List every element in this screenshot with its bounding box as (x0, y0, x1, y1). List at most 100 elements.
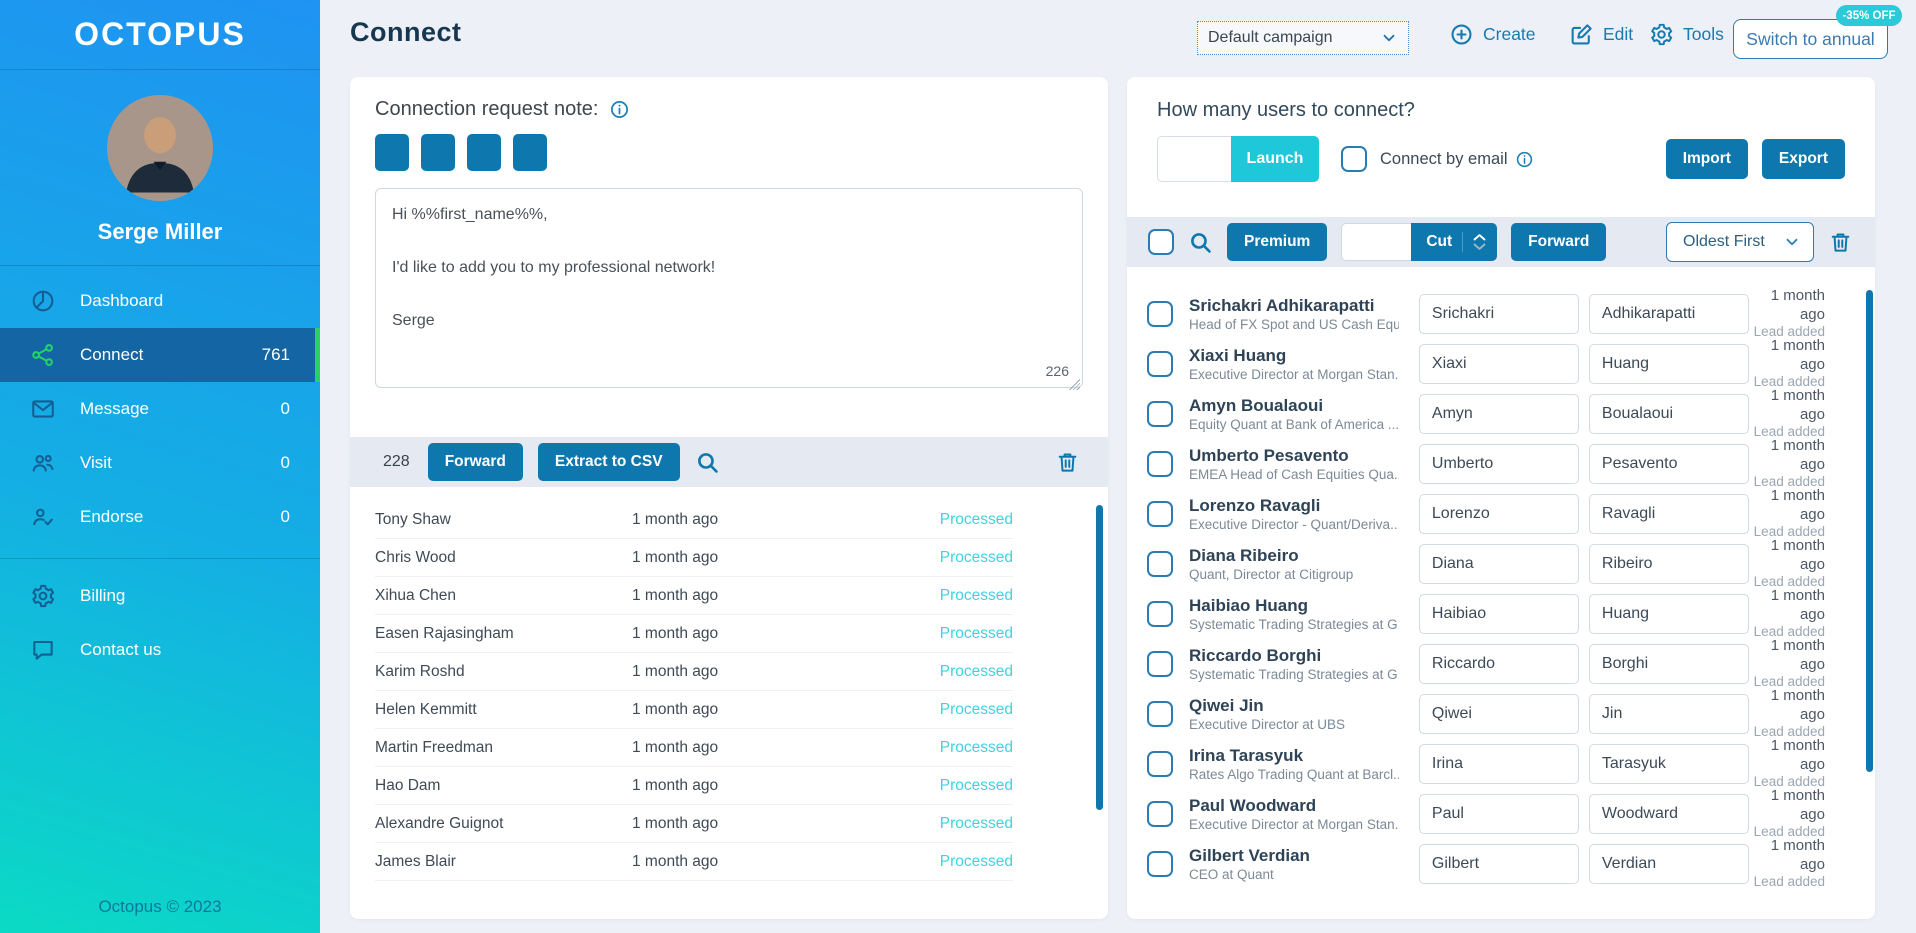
lead-name: Haibiao Huang (1189, 595, 1309, 615)
list-item: Srichakri Adhikarapatti Head of FX Spot … (1127, 287, 1875, 339)
trash-icon[interactable] (1055, 450, 1080, 475)
lead-subtitle: Systematic Trading Strategies at G... (1189, 667, 1399, 683)
trash-icon[interactable] (1828, 230, 1853, 255)
first-name-input[interactable] (1418, 594, 1579, 634)
first-name-input[interactable] (1418, 794, 1579, 834)
export-button[interactable]: Export (1761, 139, 1845, 179)
first-name-input[interactable] (1418, 344, 1579, 384)
first-name-input[interactable] (1418, 394, 1579, 434)
scrollbar[interactable] (1866, 290, 1873, 772)
cut-count-input[interactable] (1341, 223, 1412, 261)
scrollbar[interactable] (1096, 505, 1103, 810)
table-row[interactable]: James Blair 1 month ago Processed (375, 843, 1013, 881)
create-button[interactable]: Create (1449, 22, 1536, 47)
last-name-input[interactable] (1588, 644, 1749, 684)
lead-checkbox[interactable] (1147, 401, 1173, 427)
merge-tag-button[interactable] (421, 134, 455, 171)
lead-checkbox[interactable] (1147, 751, 1173, 777)
table-row[interactable]: Tony Shaw 1 month ago Processed (375, 501, 1013, 539)
cut-button[interactable]: Cut (1411, 223, 1498, 261)
lead-checkbox[interactable] (1147, 551, 1173, 577)
first-name-input[interactable] (1418, 544, 1579, 584)
users-count-input[interactable] (1157, 136, 1231, 182)
table-row[interactable]: Chris Wood 1 month ago Processed (375, 539, 1013, 577)
sidebar-item[interactable]: Connect 761 (0, 328, 320, 382)
lead-checkbox[interactable] (1147, 501, 1173, 527)
time-ago: 1 month ago (1770, 836, 1825, 873)
lead-subtitle: Executive Director at UBS (1189, 717, 1346, 733)
resize-handle[interactable] (1069, 379, 1080, 390)
edit-button[interactable]: Edit (1569, 22, 1633, 47)
lead-subtitle: Rates Algo Trading Quant at Barcl... (1189, 767, 1399, 783)
tools-button[interactable]: Tools (1649, 22, 1724, 47)
table-row[interactable]: Helen Kemmitt 1 month ago Processed (375, 691, 1013, 729)
forward-button[interactable]: Forward (427, 443, 523, 481)
sidebar-item[interactable]: Message 0 (0, 382, 320, 436)
connect-by-email-checkbox[interactable] (1341, 146, 1367, 172)
select-all-checkbox[interactable] (1148, 229, 1174, 255)
last-name-input[interactable] (1588, 394, 1749, 434)
lead-checkbox[interactable] (1147, 351, 1173, 377)
last-name-input[interactable] (1588, 794, 1749, 834)
search-icon[interactable] (1188, 230, 1213, 255)
first-name-input[interactable] (1418, 744, 1579, 784)
merge-tag-button[interactable] (375, 134, 409, 171)
table-row[interactable]: Hao Dam 1 month ago Processed (375, 767, 1013, 805)
table-row[interactable]: Martin Freedman 1 month ago Processed (375, 729, 1013, 767)
last-name-input[interactable] (1588, 694, 1749, 734)
table-row[interactable]: Xihua Chen 1 month ago Processed (375, 577, 1013, 615)
last-name-input[interactable] (1588, 494, 1749, 534)
lead-subtitle: Equity Quant at Bank of America ... (1189, 417, 1399, 433)
sort-select[interactable]: Oldest First (1666, 222, 1814, 262)
lead-checkbox[interactable] (1147, 801, 1173, 827)
sidebar-item[interactable]: Endorse 0 (0, 490, 320, 544)
table-row[interactable]: Easen Rajasingham 1 month ago Processed (375, 615, 1013, 653)
lead-checkbox[interactable] (1147, 651, 1173, 677)
info-icon[interactable] (1515, 150, 1534, 169)
forward-button[interactable]: Forward (1511, 223, 1607, 261)
lead-checkbox[interactable] (1147, 451, 1173, 477)
sidebar-item-label: Dashboard (80, 291, 164, 310)
lead-checkbox[interactable] (1147, 701, 1173, 727)
launch-button[interactable]: Launch (1231, 136, 1319, 182)
merge-tag-button[interactable] (467, 134, 501, 171)
sidebar-item[interactable]: Dashboard (0, 274, 320, 328)
search-icon[interactable] (695, 450, 720, 475)
table-row[interactable]: Alexandre Guignot 1 month ago Processed (375, 805, 1013, 843)
extract-to-csv-button[interactable]: Extract to CSV (537, 443, 680, 481)
status-badge: Processed (939, 776, 1013, 794)
sidebar-item[interactable]: Billing (0, 569, 320, 623)
last-name-input[interactable] (1588, 544, 1749, 584)
first-name-input[interactable] (1418, 644, 1579, 684)
list-item: Umberto Pesavento EMEA Head of Cash Equi… (1127, 437, 1875, 489)
last-name-input[interactable] (1588, 844, 1749, 884)
first-name-input[interactable] (1418, 694, 1579, 734)
last-name-input[interactable] (1588, 594, 1749, 634)
campaign-select[interactable]: Default campaign (1197, 21, 1409, 55)
sidebar-item[interactable]: Contact us (0, 623, 320, 677)
first-name-input[interactable] (1418, 444, 1579, 484)
stepper[interactable] (1462, 232, 1487, 252)
edit-icon (1569, 22, 1594, 47)
first-name-input[interactable] (1418, 294, 1579, 334)
info-icon[interactable] (609, 99, 630, 120)
table-row[interactable]: Karim Roshd 1 month ago Processed (375, 653, 1013, 691)
lead-checkbox[interactable] (1147, 601, 1173, 627)
last-name-input[interactable] (1588, 344, 1749, 384)
import-button[interactable]: Import (1665, 139, 1748, 179)
first-name-input[interactable] (1418, 494, 1579, 534)
sidebar-item-count: 0 (280, 453, 290, 472)
last-name-input[interactable] (1588, 744, 1749, 784)
sidebar-item[interactable]: Visit 0 (0, 436, 320, 490)
premium-button[interactable]: Premium (1227, 223, 1328, 261)
first-name-input[interactable] (1418, 844, 1579, 884)
lead-checkbox[interactable] (1147, 851, 1173, 877)
merge-tag-button[interactable] (513, 134, 547, 171)
lead-checkbox[interactable] (1147, 301, 1173, 327)
time-ago: 1 month ago (632, 548, 719, 566)
last-name-input[interactable] (1588, 294, 1749, 334)
list-item: Qiwei Jin Executive Director at UBS 1 mo… (1127, 687, 1875, 739)
connection-note-textarea[interactable] (375, 188, 1083, 388)
last-name-input[interactable] (1588, 444, 1749, 484)
lead-name: Lorenzo Ravagli (1189, 495, 1321, 515)
